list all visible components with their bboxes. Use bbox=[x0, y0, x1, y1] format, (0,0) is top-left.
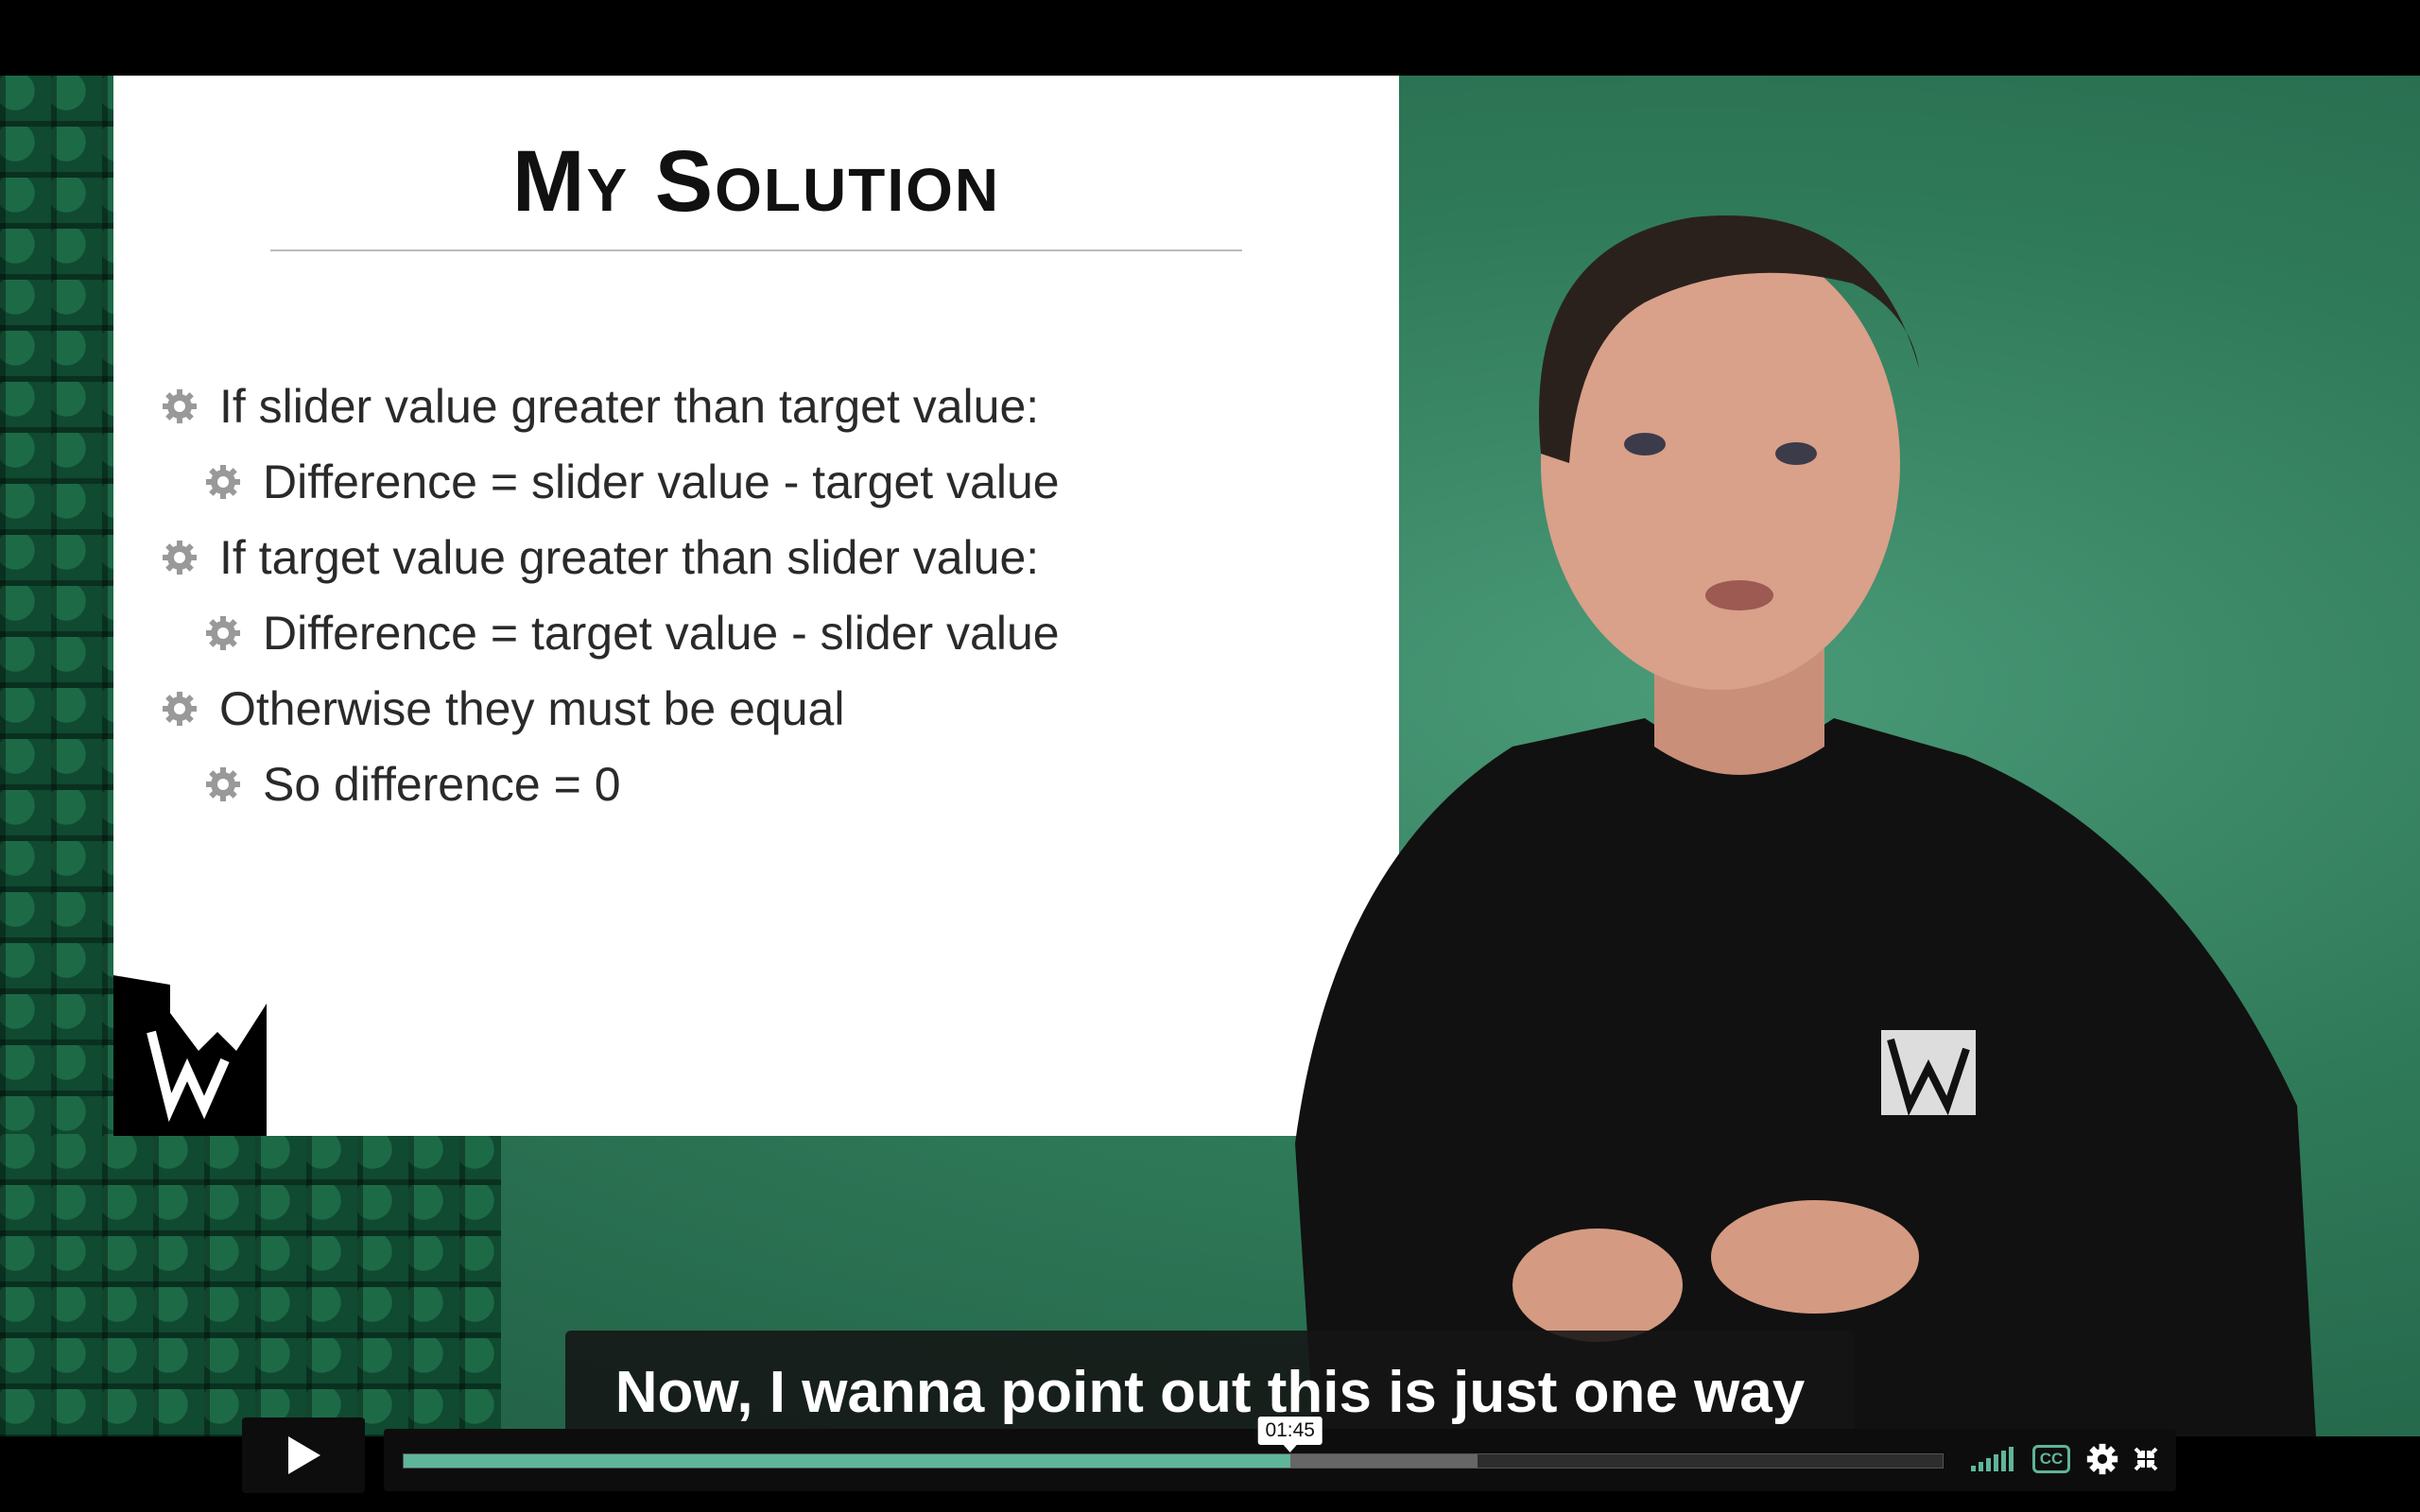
player-control-bar: 01:45 CC bbox=[384, 1417, 2176, 1491]
bullet-item: If target value greater than slider valu… bbox=[161, 520, 1342, 595]
slide-divider bbox=[270, 249, 1242, 251]
bullet-item: If slider value greater than target valu… bbox=[161, 369, 1342, 444]
presenter-figure bbox=[1295, 215, 2316, 1436]
bullet-item: So difference = 0 bbox=[204, 747, 1342, 822]
gear-bullet-icon bbox=[163, 541, 197, 575]
volume-button[interactable] bbox=[1968, 1442, 2015, 1476]
bullet-text: Difference = slider value - target value bbox=[263, 455, 1060, 508]
gear-bullet-icon bbox=[163, 389, 197, 423]
gear-bullet-icon bbox=[206, 465, 240, 499]
bullet-item: Otherwise they must be equal bbox=[161, 671, 1342, 747]
bullet-text: Otherwise they must be equal bbox=[219, 682, 845, 735]
time-tooltip: 01:45 bbox=[1257, 1417, 1322, 1452]
fullscreen-exit-button[interactable] bbox=[2131, 1442, 2161, 1476]
bullet-text: If slider value greater than target valu… bbox=[219, 380, 1040, 433]
settings-button[interactable] bbox=[2085, 1442, 2119, 1476]
play-icon bbox=[288, 1436, 320, 1474]
slide: My Solution If slider value greater than… bbox=[113, 76, 1399, 1136]
background-tiles-bottom bbox=[0, 1134, 501, 1436]
cc-icon: CC bbox=[2032, 1445, 2070, 1473]
gear-bullet-icon bbox=[206, 616, 240, 650]
slide-title: My Solution bbox=[511, 133, 1001, 230]
bullet-text: So difference = 0 bbox=[263, 758, 621, 811]
volume-icon bbox=[1971, 1447, 2014, 1471]
settings-icon bbox=[2086, 1443, 2118, 1475]
bullet-item: Difference = target value - slider value bbox=[204, 595, 1342, 671]
progress-track[interactable]: 01:45 bbox=[403, 1417, 1944, 1469]
play-button[interactable] bbox=[242, 1418, 365, 1493]
bullet-item: Difference = slider value - target value bbox=[204, 444, 1342, 520]
gear-bullet-icon bbox=[163, 692, 197, 726]
caption-subtitle: Now, I wanna point out this is just one … bbox=[565, 1331, 1855, 1436]
slide-bullet-list: If slider value greater than target valu… bbox=[161, 369, 1342, 822]
gear-bullet-icon bbox=[206, 767, 240, 801]
video-frame[interactable]: My Solution If slider value greater than… bbox=[0, 76, 2420, 1436]
captions-button[interactable]: CC bbox=[2031, 1442, 2072, 1476]
bullet-text: If target value greater than slider valu… bbox=[219, 531, 1040, 584]
rw-logo bbox=[113, 975, 267, 1136]
fullscreen-exit-icon bbox=[2134, 1447, 2158, 1471]
bullet-text: Difference = target value - slider value bbox=[263, 607, 1060, 660]
progress-fill bbox=[404, 1454, 1290, 1468]
